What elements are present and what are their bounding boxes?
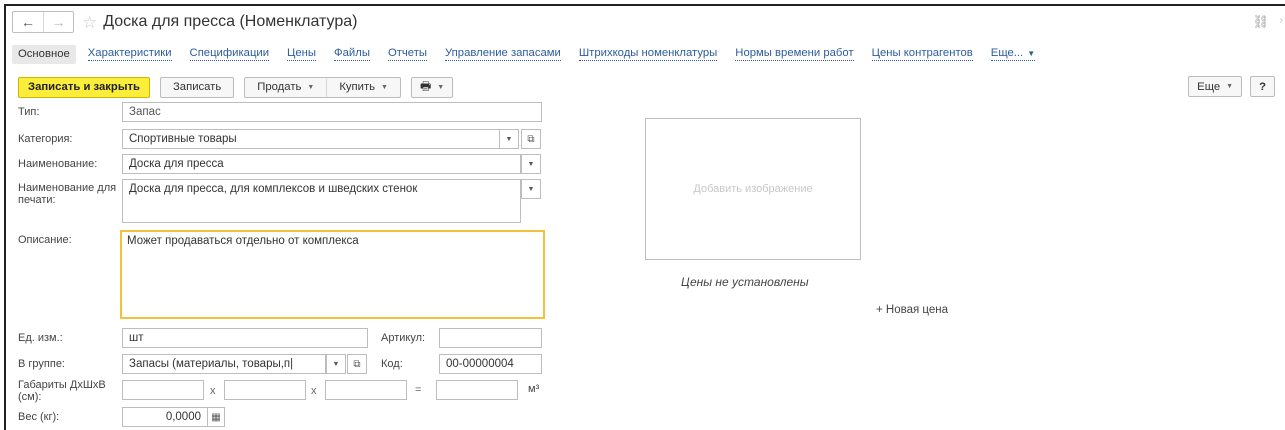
chevron-down-icon: ▼: [381, 83, 388, 91]
name-field[interactable]: Доска для пресса: [122, 154, 521, 174]
save-button[interactable]: Записать: [159, 76, 235, 98]
times-sign: x: [210, 385, 216, 397]
unit-label: Ед. изм.:: [18, 332, 63, 344]
dims-label: Габариты ДхШхВ (см):: [18, 379, 106, 403]
chevron-down-icon[interactable]: ▼: [499, 129, 519, 149]
forward-arrow-icon[interactable]: →: [43, 12, 73, 32]
weight-label: Вес (кг):: [18, 411, 60, 423]
group-label: В группе:: [18, 358, 65, 370]
description-field[interactable]: Может продаваться отдельно от комплекса: [120, 230, 545, 319]
length-field[interactable]: [122, 380, 204, 400]
buy-label: Купить: [339, 81, 376, 93]
print-name-label: Наименование для печати:: [18, 182, 117, 206]
code-label: Код:: [381, 358, 403, 370]
chevron-down-icon: ▼: [437, 83, 445, 91]
weight-field[interactable]: 0,0000: [122, 407, 208, 427]
description-label: Описание:: [18, 234, 72, 246]
height-field[interactable]: [325, 380, 407, 400]
tab-more[interactable]: Еще... ▼: [990, 47, 1036, 61]
sku-field[interactable]: [439, 328, 542, 348]
tab-more-label: Еще...: [990, 47, 1024, 59]
tab-files[interactable]: Файлы: [334, 47, 370, 61]
tab-counterparty-prices[interactable]: Цены контрагентов: [871, 47, 973, 61]
back-arrow-icon[interactable]: ←: [13, 12, 43, 32]
calculator-icon[interactable]: ▦: [207, 407, 225, 427]
section-tabs: Основное Характеристики Спецификации Цен…: [12, 44, 1053, 64]
add-image-link[interactable]: Добавить изображение: [693, 183, 812, 195]
width-field[interactable]: [224, 380, 306, 400]
type-label: Тип:: [18, 106, 40, 118]
link-icon[interactable]: ⛓: [1252, 14, 1269, 30]
print-name-field[interactable]: Доска для пресса, для комплексов и шведс…: [122, 179, 521, 223]
print-button[interactable]: 🖶 ▼: [410, 76, 454, 98]
page-title: Доска для пресса (Номенклатура): [103, 13, 358, 30]
type-field: Запас: [122, 102, 542, 122]
name-label: Наименование:: [18, 158, 98, 170]
equals-sign: =: [415, 384, 422, 396]
more-icon[interactable]: ›: [1280, 15, 1283, 26]
sell-label: Продать: [257, 81, 302, 93]
tab-characteristics[interactable]: Характеристики: [87, 47, 172, 61]
image-box[interactable]: Добавить изображение: [645, 118, 861, 260]
tab-inventory[interactable]: Управление запасами: [445, 47, 561, 61]
sell-button[interactable]: Продать ▼: [245, 78, 326, 97]
tab-main[interactable]: Основное: [12, 44, 76, 64]
group-field[interactable]: Запасы (материалы, товары,п|: [122, 354, 326, 374]
nav-buttons: ← →: [12, 11, 74, 33]
unit-field[interactable]: шт: [122, 328, 368, 348]
printer-icon: 🖶: [419, 78, 432, 93]
no-prices-text: Цены не установлены: [681, 275, 809, 289]
times-sign: x: [311, 385, 317, 397]
open-icon[interactable]: ⧉: [521, 129, 541, 149]
tab-work-time[interactable]: Нормы времени работ: [735, 47, 854, 61]
sell-buy-group: Продать ▼ Купить ▼: [244, 76, 401, 98]
chevron-down-icon[interactable]: ▼: [521, 154, 541, 174]
volume-unit: м³: [528, 383, 540, 395]
help-button[interactable]: ?: [1250, 76, 1275, 97]
tab-barcodes[interactable]: Штрихкоды номенклатуры: [578, 47, 718, 61]
right-tools: Еще ▼ ?: [1188, 76, 1275, 97]
more-button[interactable]: Еще ▼: [1188, 76, 1243, 97]
chevron-down-icon[interactable]: ▼: [326, 354, 346, 374]
favorite-star-icon[interactable]: ☆: [82, 14, 97, 31]
code-field[interactable]: 00-00000004: [439, 354, 542, 374]
command-bar: Записать и закрыть Записать Продать ▼ Куп…: [18, 76, 454, 98]
new-price-link[interactable]: + Новая цена: [876, 304, 948, 316]
open-icon[interactable]: ⧉: [347, 354, 367, 374]
volume-field[interactable]: [436, 380, 518, 400]
chevron-down-icon: ▼: [307, 83, 315, 91]
tab-prices[interactable]: Цены: [287, 47, 317, 61]
chevron-down-icon: ▼: [1027, 49, 1036, 58]
buy-button[interactable]: Купить ▼: [326, 77, 400, 97]
chevron-down-icon: ▼: [1226, 83, 1234, 90]
chevron-down-icon[interactable]: ▼: [521, 179, 541, 199]
sku-label: Артикул:: [381, 332, 426, 344]
category-field[interactable]: Спортивные товары: [122, 129, 500, 149]
tab-specifications[interactable]: Спецификации: [189, 47, 270, 61]
tab-reports[interactable]: Отчеты: [387, 47, 428, 61]
category-label: Категория:: [18, 133, 73, 145]
save-and-close-button[interactable]: Записать и закрыть: [18, 76, 150, 98]
title-bar: ← → ☆ Доска для пресса (Номенклатура): [12, 10, 357, 34]
more-label: Еще: [1197, 80, 1221, 93]
